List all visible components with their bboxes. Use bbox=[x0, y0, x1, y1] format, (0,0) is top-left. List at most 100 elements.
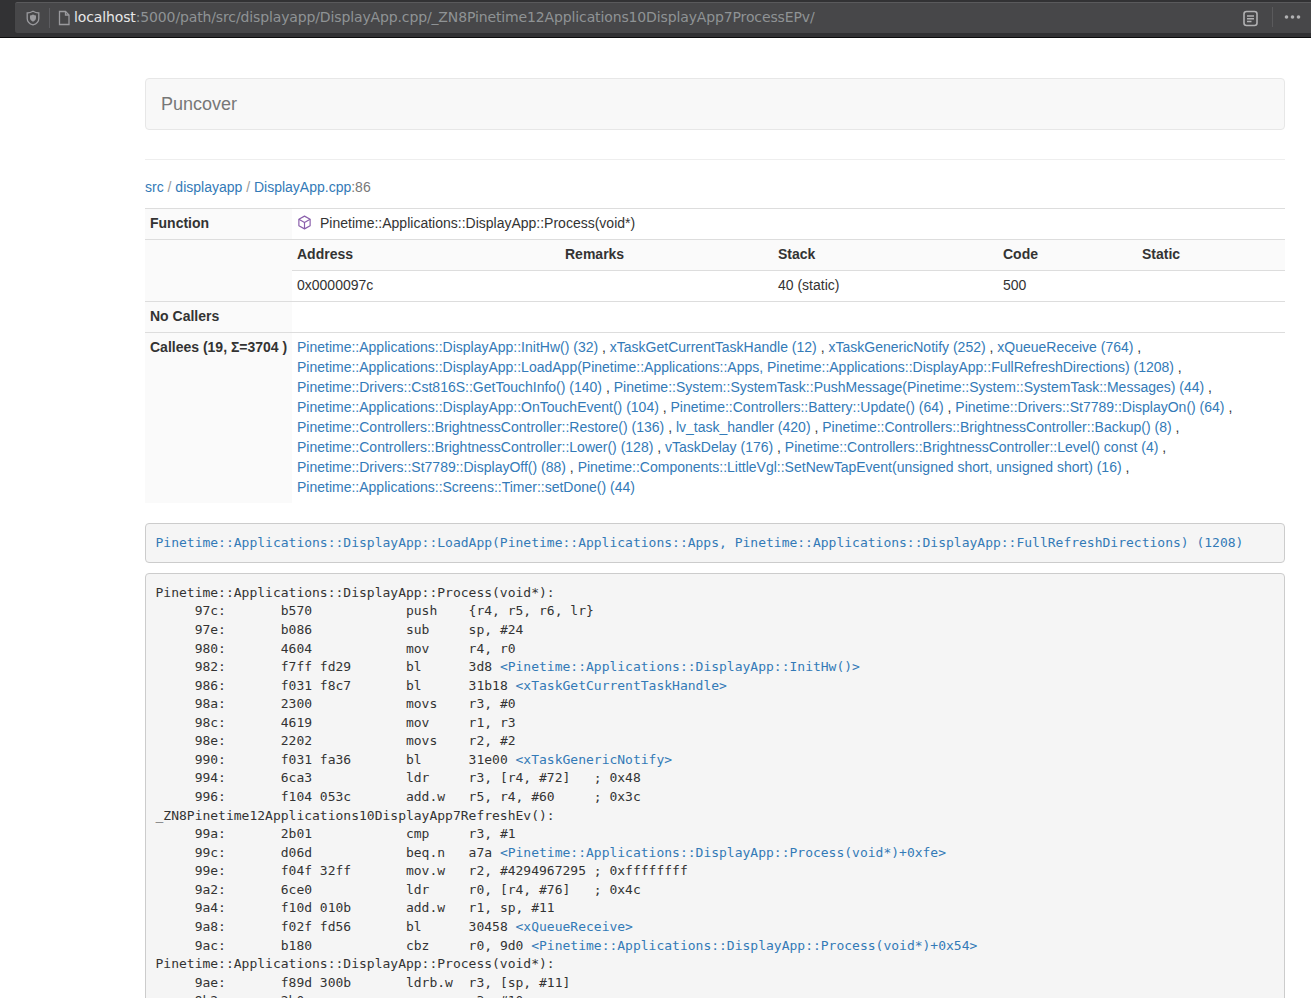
address-value: 0x0000097c bbox=[292, 270, 560, 300]
code-line: 98c: 4619 mov r1, r3 bbox=[156, 714, 1275, 733]
code-symbol-link[interactable]: <Pinetime::Applications::DisplayApp::Ini… bbox=[500, 659, 860, 674]
navbar: Puncover bbox=[145, 78, 1285, 130]
code-line: 9b2: 2b0a cmp r3, #10 bbox=[156, 992, 1275, 998]
col-static: Static bbox=[1137, 240, 1285, 270]
code-line: Pinetime::Applications::DisplayApp::Proc… bbox=[156, 955, 1275, 974]
function-name: Pinetime::Applications::DisplayApp::Proc… bbox=[320, 215, 635, 231]
breadcrumb-separator: / bbox=[242, 179, 254, 195]
code-line: 97c: b570 push {r4, r5, r6, lr} bbox=[156, 602, 1275, 621]
code-symbol-link[interactable]: <Pinetime::Applications::DisplayApp::Pro… bbox=[500, 845, 946, 860]
assembly-code: Pinetime::Applications::DisplayApp::Proc… bbox=[145, 573, 1285, 998]
callers-cell bbox=[292, 301, 1285, 332]
code-line: 9ac: b180 cbz r0, 9d0 <Pinetime::Applica… bbox=[156, 937, 1275, 956]
callee-link[interactable]: xQueueReceive (764) bbox=[997, 339, 1133, 355]
function-row: Function Pinetime::Applications::Display… bbox=[145, 208, 1285, 239]
callee-link[interactable]: Pinetime::Controllers::BrightnessControl… bbox=[297, 439, 653, 455]
breadcrumb-separator: / bbox=[164, 179, 176, 195]
callees-cell: Pinetime::Applications::DisplayApp::Init… bbox=[292, 332, 1285, 502]
code-symbol-link[interactable]: <xQueueReceive> bbox=[516, 919, 633, 934]
callees-line: Pinetime::Controllers::BrightnessControl… bbox=[297, 418, 1280, 438]
code-line: 99c: d06d beq.n a7a <Pinetime::Applicati… bbox=[156, 844, 1275, 863]
code-line: 994: 6ca3 ldr r3, [r4, #72] ; 0x48 bbox=[156, 769, 1275, 788]
code-line: _ZN8Pinetime12Applications10DisplayApp7R… bbox=[156, 807, 1275, 826]
callee-link[interactable]: Pinetime::Drivers::Cst816S::GetTouchInfo… bbox=[297, 379, 602, 395]
callee-link[interactable]: Pinetime::Components::LittleVgl::SetNewT… bbox=[578, 459, 1122, 475]
code-line: 990: f031 fa36 bl 31e00 <xTaskGenericNot… bbox=[156, 751, 1275, 770]
callers-row: No Callers bbox=[145, 301, 1285, 332]
callee-link[interactable]: Pinetime::Controllers::BrightnessControl… bbox=[785, 439, 1158, 455]
page-icon[interactable] bbox=[57, 10, 71, 26]
code-symbol-link[interactable]: <xTaskGetCurrentTaskHandle> bbox=[516, 678, 727, 693]
reader-mode-icon[interactable] bbox=[1242, 9, 1259, 28]
code-line: 9a4: f10d 010b add.w r1, sp, #11 bbox=[156, 899, 1275, 918]
function-name-cell: Pinetime::Applications::DisplayApp::Proc… bbox=[292, 208, 1285, 239]
function-cube-icon bbox=[297, 215, 312, 230]
url-path: :5000/path/src/displayapp/DisplayApp.cpp… bbox=[136, 9, 815, 25]
breadcrumb-link[interactable]: DisplayApp.cpp bbox=[254, 179, 351, 195]
callee-link[interactable]: Pinetime::Applications::DisplayApp::OnTo… bbox=[297, 399, 659, 415]
stats-header-row: Address Remarks Stack Code Static bbox=[292, 240, 1285, 270]
callees-row: Callees (19, Σ=3704 ) Pinetime::Applicat… bbox=[145, 332, 1285, 502]
code-line: Pinetime::Applications::DisplayApp::Proc… bbox=[156, 584, 1275, 603]
stats-label bbox=[145, 239, 292, 301]
urlbar-divider bbox=[49, 8, 50, 28]
col-remarks: Remarks bbox=[560, 240, 773, 270]
callee-link[interactable]: Pinetime::Controllers::Battery::Update()… bbox=[671, 399, 944, 415]
breadcrumb-link[interactable]: src bbox=[145, 179, 164, 195]
shield-icon[interactable] bbox=[25, 10, 41, 26]
code-line: 9a8: f02f fd56 bl 30458 <xQueueReceive> bbox=[156, 918, 1275, 937]
divider bbox=[145, 159, 1285, 160]
url-text[interactable]: localhost:5000/path/src/displayapp/Displ… bbox=[74, 8, 815, 28]
brand-link[interactable]: Puncover bbox=[146, 79, 252, 129]
biggest-callee-box: Pinetime::Applications::DisplayApp::Load… bbox=[145, 523, 1285, 564]
callee-link[interactable]: Pinetime::System::SystemTask::PushMessag… bbox=[614, 379, 1205, 395]
callees-label: Callees (19, Σ=3704 ) bbox=[145, 332, 292, 502]
url-bar[interactable]: localhost:5000/path/src/displayapp/Displ… bbox=[14, 2, 1311, 33]
remarks-value bbox=[560, 270, 773, 300]
callees-line: Pinetime::Applications::Screens::Timer::… bbox=[297, 478, 1280, 498]
overflow-menu-icon[interactable] bbox=[1279, 4, 1305, 30]
callee-link[interactable]: vTaskDelay (176) bbox=[665, 439, 773, 455]
col-code: Code bbox=[998, 240, 1137, 270]
code-line: 9ae: f89d 300b ldrb.w r3, [sp, #11] bbox=[156, 974, 1275, 993]
code-line: 9a2: 6ce0 ldr r0, [r4, #76] ; 0x4c bbox=[156, 881, 1275, 900]
callees-line: Pinetime::Applications::DisplayApp::Init… bbox=[297, 338, 1280, 358]
callee-link[interactable]: Pinetime::Applications::Screens::Timer::… bbox=[297, 479, 635, 495]
callee-link[interactable]: Pinetime::Applications::DisplayApp::Init… bbox=[297, 339, 598, 355]
stats-row: Address Remarks Stack Code Static 0x0000… bbox=[145, 239, 1285, 301]
callee-link[interactable]: xTaskGenericNotify (252) bbox=[828, 339, 985, 355]
toolbar-divider bbox=[1272, 7, 1273, 27]
callees-line: Pinetime::Applications::DisplayApp::OnTo… bbox=[297, 398, 1280, 418]
callee-link[interactable]: lv_task_handler (420) bbox=[676, 419, 811, 435]
code-symbol-link[interactable]: <xTaskGenericNotify> bbox=[516, 752, 673, 767]
stats-table: Address Remarks Stack Code Static 0x0000… bbox=[292, 240, 1285, 301]
callees-line: Pinetime::Controllers::BrightnessControl… bbox=[297, 438, 1280, 458]
code-line: 982: f7ff fd29 bl 3d8 <Pinetime::Applica… bbox=[156, 658, 1275, 677]
browser-toolbar: localhost:5000/path/src/displayapp/Displ… bbox=[0, 0, 1311, 38]
code-line: 99a: 2b01 cmp r3, #1 bbox=[156, 825, 1275, 844]
breadcrumb: src / displayapp / DisplayApp.cpp:86 bbox=[145, 178, 1285, 198]
callee-link[interactable]: Pinetime::Drivers::St7789::DisplayOn() (… bbox=[955, 399, 1224, 415]
stats-value-row: 0x0000097c 40 (static) 500 bbox=[292, 270, 1285, 300]
code-line: 98e: 2202 movs r2, #2 bbox=[156, 732, 1275, 751]
callee-link[interactable]: xTaskGetCurrentTaskHandle (12) bbox=[610, 339, 817, 355]
callees-line: Pinetime::Applications::DisplayApp::Load… bbox=[297, 358, 1280, 378]
breadcrumb-link[interactable]: displayapp bbox=[175, 179, 242, 195]
col-stack: Stack bbox=[773, 240, 998, 270]
callee-link[interactable]: Pinetime::Controllers::BrightnessControl… bbox=[297, 419, 664, 435]
code-line: 97e: b086 sub sp, #24 bbox=[156, 621, 1275, 640]
code-line: 996: f104 053c add.w r5, r4, #60 ; 0x3c bbox=[156, 788, 1275, 807]
callee-link[interactable]: Pinetime::Drivers::St7789::DisplayOff() … bbox=[297, 459, 566, 475]
callees-line: Pinetime::Drivers::Cst816S::GetTouchInfo… bbox=[297, 378, 1280, 398]
function-table: Function Pinetime::Applications::Display… bbox=[145, 208, 1285, 503]
callee-link[interactable]: Pinetime::Applications::DisplayApp::Load… bbox=[297, 359, 1174, 375]
code-line: 986: f031 f8c7 bl 31b18 <xTaskGetCurrent… bbox=[156, 677, 1275, 696]
biggest-callee-link[interactable]: Pinetime::Applications::DisplayApp::Load… bbox=[156, 535, 1244, 550]
callee-link[interactable]: Pinetime::Controllers::BrightnessControl… bbox=[822, 419, 1171, 435]
url-host: localhost bbox=[74, 9, 136, 25]
stack-value: 40 (static) bbox=[773, 270, 998, 300]
static-value bbox=[1137, 270, 1285, 300]
code-symbol-link[interactable]: <Pinetime::Applications::DisplayApp::Pro… bbox=[531, 938, 977, 953]
callees-line: Pinetime::Drivers::St7789::DisplayOff() … bbox=[297, 458, 1280, 478]
main-container: Puncover src / displayapp / DisplayApp.c… bbox=[145, 78, 1285, 998]
